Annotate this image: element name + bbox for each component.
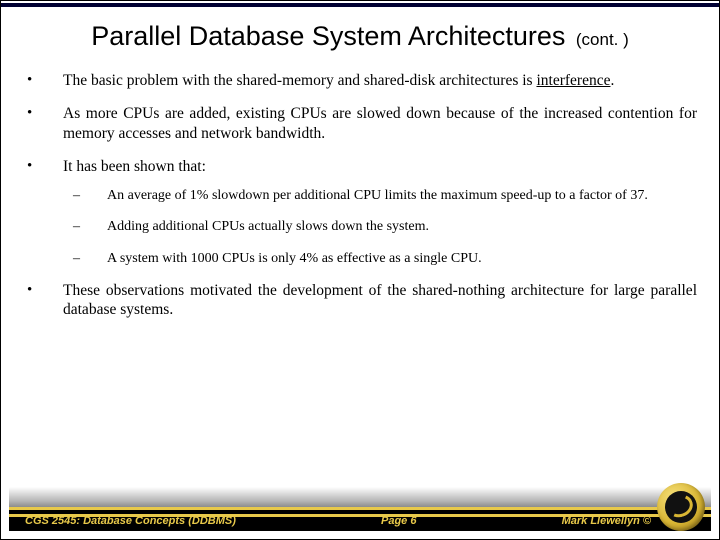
bullet-text: The basic problem with the shared-memory… (63, 72, 536, 89)
content-area: The basic problem with the shared-memory… (23, 71, 697, 469)
top-rule (1, 3, 719, 7)
bullet-text: As more CPUs are added, existing CPUs ar… (63, 105, 697, 141)
sub-bullet-text: Adding additional CPUs actually slows do… (107, 219, 429, 234)
sub-bullet-list: An average of 1% slowdown per additional… (63, 187, 697, 268)
footer-text: CGS 2545: Database Concepts (DDBMS) Page… (9, 511, 711, 531)
keyword-interference: interference (536, 72, 610, 89)
bullet-list: The basic problem with the shared-memory… (23, 71, 697, 320)
sub-bullet-item: A system with 1000 CPUs is only 4% as ef… (63, 250, 697, 268)
sub-bullet-item: An average of 1% slowdown per additional… (63, 187, 697, 205)
sub-bullet-text: An average of 1% slowdown per additional… (107, 188, 648, 203)
bullet-item: It has been shown that: An average of 1%… (23, 157, 697, 267)
title-main: Parallel Database System Architectures (91, 21, 565, 51)
ucf-logo (657, 483, 705, 531)
bullet-item: The basic problem with the shared-memory… (23, 71, 697, 90)
footer: CGS 2545: Database Concepts (DDBMS) Page… (9, 487, 711, 531)
footer-gradient (9, 487, 711, 507)
bullet-item: As more CPUs are added, existing CPUs ar… (23, 104, 697, 143)
slide-title: Parallel Database System Architectures (… (1, 21, 719, 52)
sub-bullet-item: Adding additional CPUs actually slows do… (63, 218, 697, 236)
footer-page: Page 6 (236, 515, 562, 527)
footer-course: CGS 2545: Database Concepts (DDBMS) (25, 515, 236, 527)
footer-author: Mark Llewellyn © (562, 515, 651, 527)
bullet-text: It has been shown that: (63, 158, 206, 175)
sub-bullet-text: A system with 1000 CPUs is only 4% as ef… (107, 251, 482, 266)
bullet-text: These observations motivated the develop… (63, 282, 697, 318)
bullet-text: . (610, 72, 614, 89)
title-suffix: (cont. ) (576, 30, 629, 49)
bullet-item: These observations motivated the develop… (23, 281, 697, 320)
slide: Parallel Database System Architectures (… (0, 0, 720, 540)
